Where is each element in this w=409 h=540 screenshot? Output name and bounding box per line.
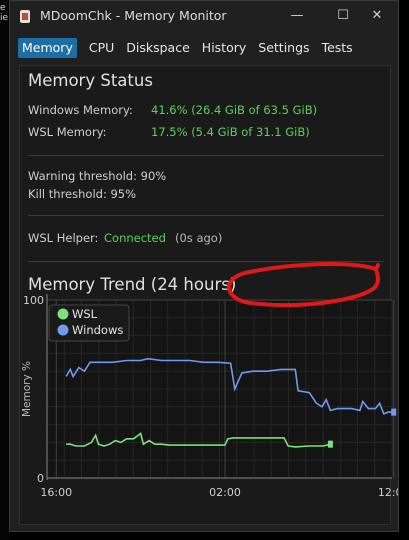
memory-trend-chart: 100 016:00 02:00 12:00 Memory % WSL Windows [21,262,398,499]
x-tick-label: 16:00 [40,486,72,499]
legend-label-windows: Windows [72,323,123,337]
app-window: MDoomChk - Memory Monitor — ☐ ✕ Memory C… [9,0,399,532]
x-tick-label: 12:00 [378,486,398,499]
legend-swatch-windows [57,324,69,336]
series-end-marker [391,408,397,416]
annotation-circle [227,262,380,308]
legend-swatch-wsl [57,308,69,320]
y-tick-label: 0 [37,472,44,485]
y-tick-label: 100 [23,294,44,307]
y-axis-label: Memory % [21,361,33,417]
desktop-text-fragment-2: ie [0,13,9,23]
desktop-text-fragment-1: e [0,3,6,13]
legend-label-wsl: WSL [72,307,98,321]
x-tick-label: 02:00 [209,486,241,499]
series-end-marker [327,440,333,448]
